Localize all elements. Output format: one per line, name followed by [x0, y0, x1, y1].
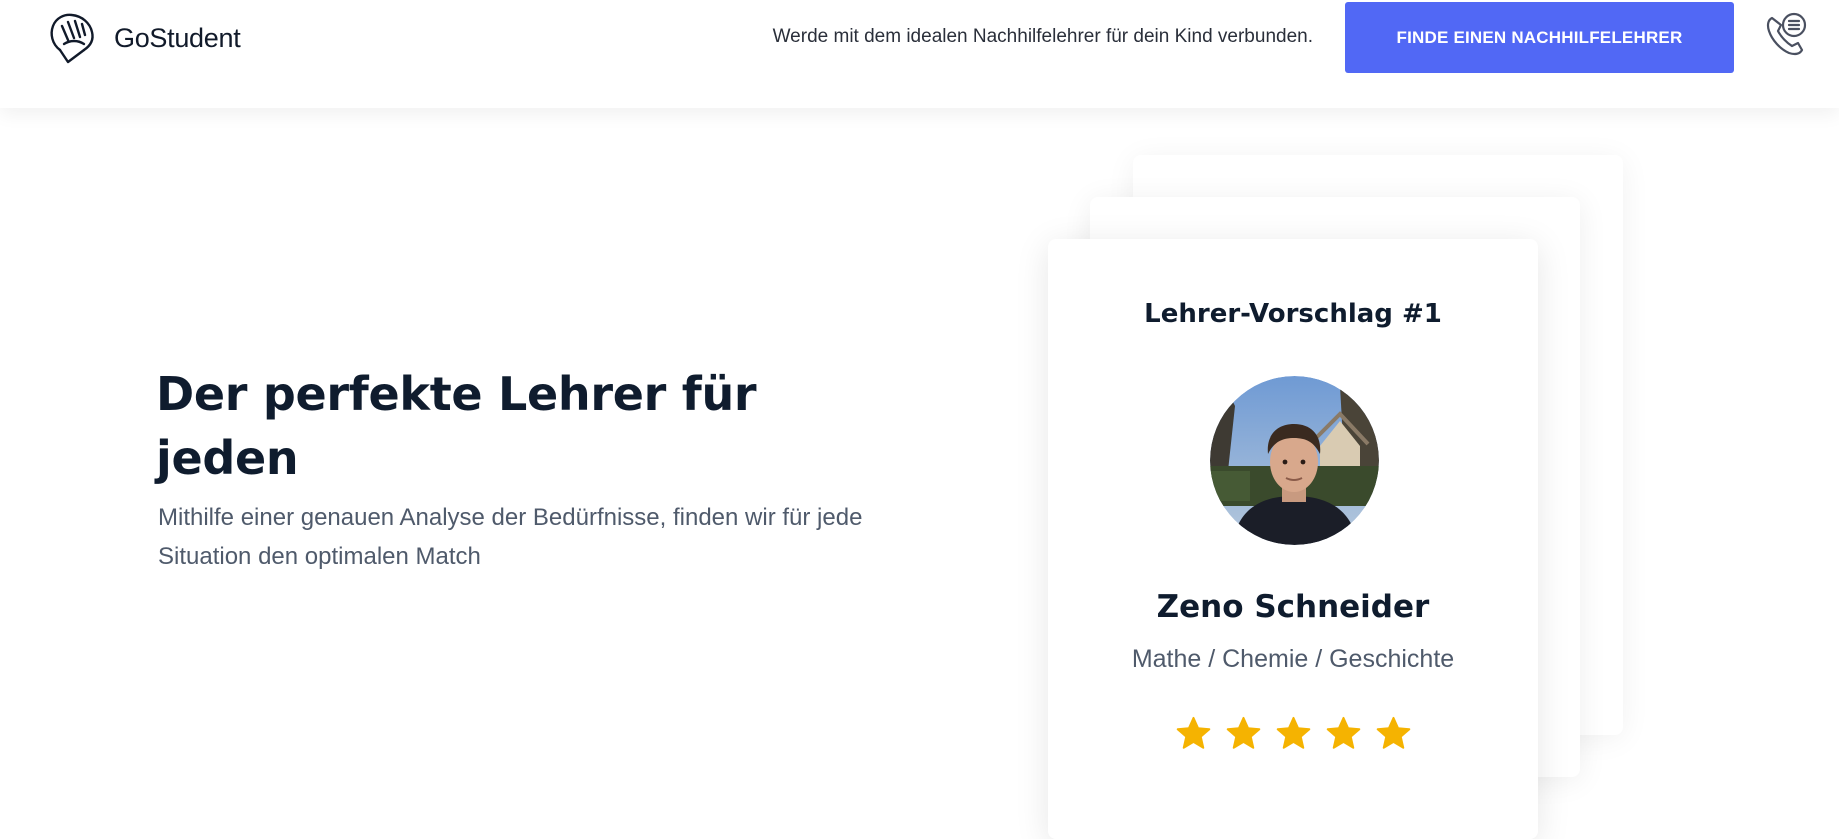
- teacher-avatar: [1210, 376, 1379, 545]
- star-icon: [1176, 716, 1210, 749]
- teacher-rating: [1048, 715, 1538, 753]
- teacher-subjects: Mathe / Chemie / Geschichte: [1131, 645, 1455, 673]
- find-tutor-button[interactable]: FINDE EINEN NACHHILFELEHRER: [1345, 2, 1734, 73]
- star-icon: [1326, 716, 1360, 749]
- hero-title: Der perfekte Lehrer für jeden: [156, 367, 757, 485]
- card-heading: Lehrer-Vorschlag #1: [1144, 299, 1442, 329]
- star-icon: [1376, 716, 1410, 749]
- logo[interactable]: GoStudent: [46, 10, 241, 66]
- phone-callback-icon[interactable]: [1762, 10, 1810, 60]
- header-tagline: Werde mit dem idealen Nachhilfelehrer fü…: [772, 26, 1313, 47]
- star-icon: [1276, 716, 1310, 749]
- gostudent-hand-logo-icon: [50, 13, 94, 64]
- teacher-name: Zeno Schneider: [1156, 589, 1430, 625]
- site-header: GoStudent Werde mit dem idealen Nachhilf…: [0, 0, 1839, 108]
- star-icon: [1226, 716, 1260, 749]
- logo-text: GoStudent: [114, 22, 241, 53]
- teacher-suggestion-card[interactable]: Lehrer-Vorschlag #1 Zeno Schneider Mathe…: [1048, 239, 1538, 839]
- hero-subtitle: Mithilfe einer genauen Analyse der Bedür…: [158, 504, 863, 570]
